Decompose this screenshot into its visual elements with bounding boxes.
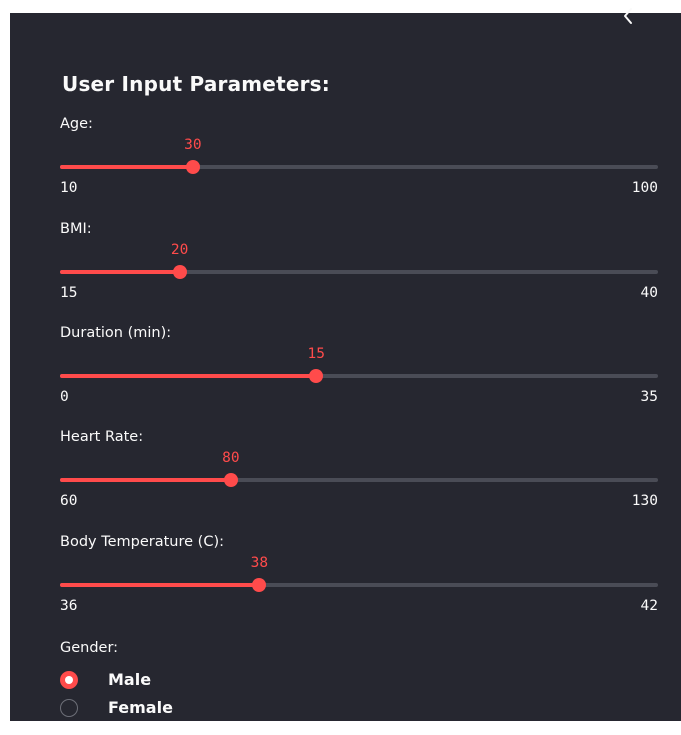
body-temperature-slider-value: 38 bbox=[250, 555, 269, 571]
age-slider-min: 10 bbox=[60, 180, 78, 196]
bmi-slider-label: BMI: bbox=[60, 221, 92, 237]
body-temperature-slider-label: Body Temperature (C): bbox=[60, 534, 224, 550]
bmi-slider-thumb[interactable] bbox=[172, 265, 187, 279]
age-slider-label: Age: bbox=[60, 116, 93, 132]
gender-option-female[interactable]: Female bbox=[60, 697, 260, 719]
body-temperature-slider-max: 42 bbox=[640, 598, 658, 614]
chevron-left-icon[interactable] bbox=[620, 7, 638, 25]
body-temperature-slider-min: 36 bbox=[60, 598, 78, 614]
duration-slider: Duration (min): 15 0 35 bbox=[60, 325, 658, 421]
age-slider-max: 100 bbox=[631, 180, 658, 196]
heart-rate-slider-track[interactable]: 80 bbox=[60, 450, 658, 490]
slider-track-fill bbox=[60, 374, 317, 378]
heart-rate-slider-thumb[interactable] bbox=[223, 473, 238, 487]
duration-slider-label: Duration (min): bbox=[60, 325, 172, 341]
heart-rate-slider-min: 60 bbox=[60, 493, 78, 509]
bmi-slider-max: 40 bbox=[640, 285, 658, 301]
duration-slider-min: 0 bbox=[60, 389, 69, 405]
gender-option-label: Male bbox=[108, 670, 152, 689]
radio-button[interactable] bbox=[60, 699, 78, 717]
bmi-slider: BMI: 20 15 40 bbox=[60, 221, 658, 317]
gender-option-label: Female bbox=[108, 698, 173, 717]
duration-slider-value: 15 bbox=[307, 346, 326, 362]
body-temperature-slider-track[interactable]: 38 bbox=[60, 555, 658, 595]
slider-track-fill bbox=[60, 583, 260, 587]
gender-option-male[interactable]: Male bbox=[60, 669, 260, 691]
duration-slider-thumb[interactable] bbox=[309, 369, 324, 383]
age-slider-value: 30 bbox=[184, 137, 202, 153]
sidebar-panel: User Input Parameters: Age: 30 10 100 BM… bbox=[10, 8, 681, 721]
age-slider-thumb[interactable] bbox=[185, 160, 200, 174]
heart-rate-slider: Heart Rate: 80 60 130 bbox=[60, 429, 658, 525]
bmi-slider-min: 15 bbox=[60, 285, 78, 301]
heart-rate-slider-value: 80 bbox=[222, 450, 240, 466]
gender-label: Gender: bbox=[60, 640, 119, 656]
bmi-slider-value: 20 bbox=[170, 242, 189, 258]
age-slider-track[interactable]: 30 bbox=[60, 137, 658, 177]
radio-button[interactable] bbox=[60, 671, 78, 689]
bmi-slider-track[interactable]: 20 bbox=[60, 242, 658, 282]
slider-track-fill bbox=[60, 165, 193, 169]
slider-track-fill bbox=[60, 270, 180, 274]
duration-slider-max: 35 bbox=[640, 389, 658, 405]
heart-rate-slider-max: 130 bbox=[631, 493, 658, 509]
body-temperature-slider: Body Temperature (C): 38 36 42 bbox=[60, 534, 658, 630]
slider-track-fill bbox=[60, 478, 231, 482]
body-temperature-slider-thumb[interactable] bbox=[252, 578, 267, 592]
duration-slider-track[interactable]: 15 bbox=[60, 346, 658, 386]
age-slider: Age: 30 10 100 bbox=[60, 116, 658, 212]
sidebar-title: User Input Parameters: bbox=[62, 72, 330, 96]
heart-rate-slider-label: Heart Rate: bbox=[60, 429, 144, 445]
